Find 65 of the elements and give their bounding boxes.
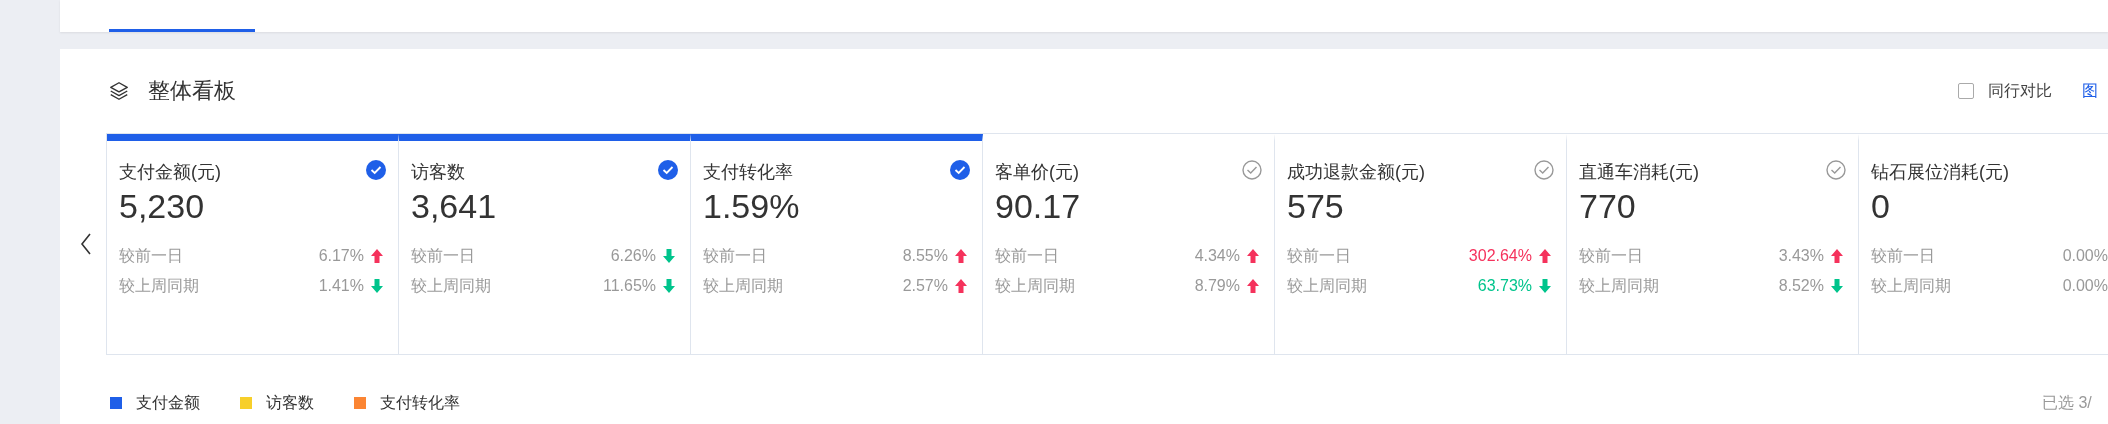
- peer-compare-checkbox[interactable]: [1958, 83, 1974, 99]
- comparison-value: 2.57%: [902, 277, 948, 295]
- comparison-label: 较上周同期: [119, 275, 199, 296]
- comparison-label: 较前一日: [1871, 245, 1935, 266]
- metric-value: 0: [1871, 186, 1891, 227]
- metric-value: 5,230: [119, 186, 206, 227]
- comparison-label: 较前一日: [703, 245, 767, 266]
- comparison-value: 11.65%: [602, 277, 656, 295]
- metric-value: 90.17: [995, 186, 1082, 227]
- board-title: 整体看板: [148, 77, 236, 105]
- comparison-label: 较上周同期: [995, 275, 1075, 296]
- comparison-value: 4.34%: [1194, 247, 1240, 265]
- check-icon: [950, 160, 970, 180]
- chart-link[interactable]: 图: [2082, 80, 2108, 102]
- comparison-value: 1.41%: [318, 277, 364, 295]
- check-icon: [1534, 160, 1554, 180]
- metric-card[interactable]: 钻石展位消耗(元) 0 较前一日 0.00% 较上周同期 0.00%: [1859, 134, 2108, 354]
- metric-title: 访客数: [411, 161, 465, 183]
- metric-card[interactable]: 支付金额(元) 5,230 较前一日 6.17% 较上周同期 1.41%: [107, 134, 399, 354]
- comparison-label: 较前一日: [1287, 245, 1351, 266]
- metric-title: 直通车消耗(元): [1579, 161, 1699, 183]
- check-icon: [658, 160, 678, 180]
- comparison-value: 8.55%: [902, 247, 948, 265]
- comparison-label: 较前一日: [995, 245, 1059, 266]
- comparison-label: 较上周同期: [1579, 275, 1659, 296]
- peer-compare-label: 同行对比: [1988, 80, 2052, 101]
- comparison-value: 3.43%: [1778, 247, 1824, 265]
- comparison-label: 较前一日: [119, 245, 183, 266]
- comparison-label: 较前一日: [411, 245, 475, 266]
- metric-title: 支付金额(元): [119, 161, 221, 183]
- comparison-value: 6.17%: [318, 247, 364, 265]
- legend-label: 支付金额: [136, 392, 200, 413]
- metric-card[interactable]: 直通车消耗(元) 770 较前一日 3.43% 较上周同期 8.52%: [1567, 134, 1859, 354]
- metric-value: 575: [1287, 186, 1345, 227]
- check-icon: [366, 160, 386, 180]
- metric-title: 客单价(元): [995, 161, 1079, 183]
- comparison-label: 较前一日: [1579, 245, 1643, 266]
- metric-value: 770: [1579, 186, 1637, 227]
- legend-label: 支付转化率: [380, 392, 460, 413]
- metric-card[interactable]: 客单价(元) 90.17 较前一日 4.34% 较上周同期 8.79%: [983, 134, 1275, 354]
- check-icon: [1826, 160, 1846, 180]
- metric-value: 3,641: [411, 186, 498, 227]
- metric-title: 支付转化率: [703, 161, 793, 183]
- comparison-value: 0.00%: [2062, 277, 2108, 295]
- comparison-value: 0.00%: [2062, 247, 2108, 265]
- metric-card[interactable]: 支付转化率 1.59% 较前一日 8.55% 较上周同期 2.57%: [691, 134, 983, 354]
- metric-title: 成功退款金额(元): [1287, 161, 1425, 183]
- comparison-label: 较上周同期: [411, 275, 491, 296]
- comparison-value: 8.79%: [1194, 277, 1240, 295]
- metric-value: 1.59%: [703, 186, 801, 227]
- legend-label: 访客数: [266, 392, 314, 413]
- selected-count: 已选 3/: [2042, 392, 2093, 413]
- metric-card[interactable]: 成功退款金额(元) 575 较前一日 302.64% 较上周同期 63.73%: [1275, 134, 1567, 354]
- comparison-label: 较上周同期: [1287, 275, 1367, 296]
- comparison-label: 较上周同期: [703, 275, 783, 296]
- check-icon: [1242, 160, 1262, 180]
- comparison-value: 63.73%: [1477, 277, 1532, 295]
- metric-title: 钻石展位消耗(元): [1871, 161, 2009, 183]
- comparison-label: 较上周同期: [1871, 275, 1951, 296]
- layers-icon: [108, 80, 130, 102]
- comparison-value: 8.52%: [1778, 277, 1824, 295]
- comparison-value: 6.26%: [610, 247, 656, 265]
- previous-icon[interactable]: [80, 232, 92, 256]
- comparison-value: 302.64%: [1468, 247, 1532, 265]
- metric-card[interactable]: 访客数 3,641 较前一日 6.26% 较上周同期 11.65%: [399, 134, 691, 354]
